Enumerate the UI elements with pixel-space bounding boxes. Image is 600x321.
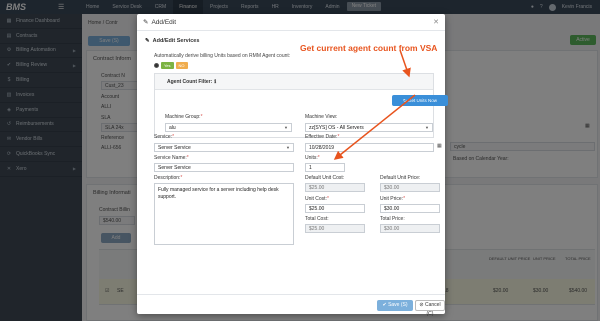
annotation-arrows — [333, 49, 416, 160]
arrow-to-get-units — [399, 49, 411, 78]
arrow-to-units — [333, 94, 416, 160]
